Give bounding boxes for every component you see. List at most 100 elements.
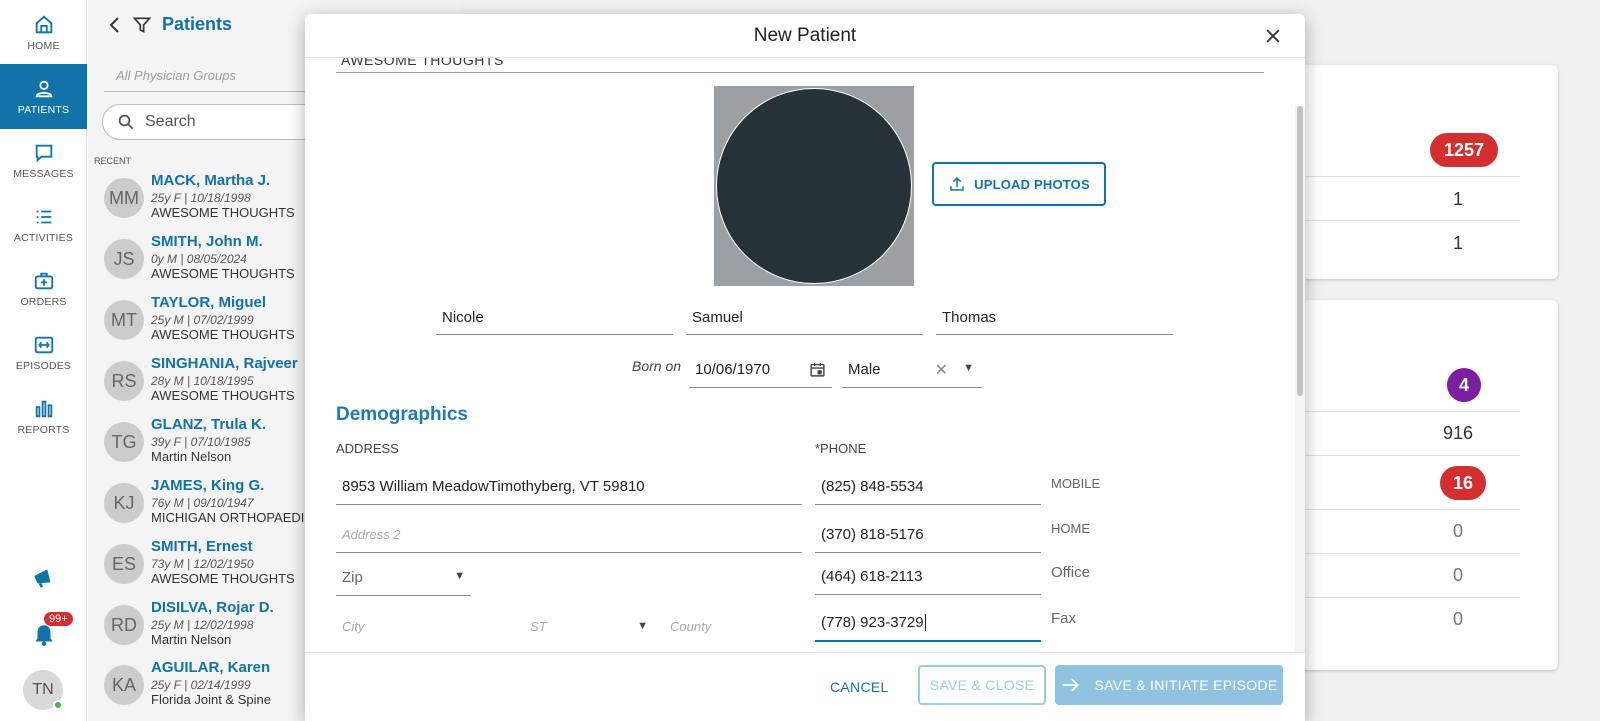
physician-group-value: AWESOME THOUGHTS (341, 58, 504, 68)
nav-episodes[interactable]: EPISODES (0, 320, 87, 385)
patient-group: Florida Joint & Spine (151, 692, 271, 707)
phone-fax-field[interactable]: (778) 923-3729 (815, 605, 1041, 642)
patient-name[interactable]: AGUILAR, Karen (151, 659, 270, 676)
photo-placeholder-circle (716, 88, 912, 284)
patient-name[interactable]: MACK, Martha J. (151, 172, 270, 189)
patient-photo (714, 86, 914, 286)
dropdown-arrow-icon[interactable]: ▼ (963, 362, 974, 374)
last-name-field[interactable]: Thomas (936, 300, 1173, 335)
patient-name[interactable]: SINGHANIA, Rajveer (151, 355, 298, 372)
patient-avatar: MT (104, 300, 144, 340)
city-field[interactable]: City (336, 608, 506, 645)
nav-reports[interactable]: REPORTS (0, 384, 87, 449)
divider (1280, 176, 1520, 177)
dob-field[interactable]: 10/06/1970 (689, 352, 832, 388)
physician-group-underline (336, 72, 1264, 73)
phone-type-fax: Fax (1051, 610, 1077, 627)
patient-info: 25y F | 02/14/1999 (151, 678, 251, 692)
divider (1280, 553, 1520, 554)
patient-name[interactable]: DISILVA, Rojar D. (151, 599, 274, 616)
phone-home-field[interactable]: (370) 818-5176 (815, 516, 1041, 553)
middle-name-field[interactable]: Samuel (686, 300, 923, 335)
patient-info: 25y M | 12/02/1998 (151, 618, 254, 632)
patient-group: Martin Nelson (151, 449, 232, 464)
nav-label: HOME (27, 39, 60, 52)
dropdown-arrow-icon[interactable]: ▼ (454, 570, 465, 582)
nav-label: MESSAGES (13, 167, 74, 180)
patient-name[interactable]: JAMES, King G. (151, 477, 264, 494)
patient-info: 25y F | 10/18/1998 (151, 191, 251, 205)
phone-type-office: Office (1051, 564, 1090, 581)
save-close-button[interactable]: SAVE & CLOSE (918, 665, 1046, 705)
episodes-icon (34, 336, 53, 353)
nav-messages[interactable]: MESSAGES (0, 128, 87, 193)
patient-name[interactable]: TAYLOR, Miguel (151, 294, 266, 311)
divider (1280, 411, 1520, 412)
patient-group: AWESOME THOUGHTS (151, 205, 295, 220)
scrollbar-thumb[interactable] (1297, 106, 1303, 396)
nav-activities[interactable]: ACTIVITIES (0, 192, 87, 257)
filter-icon[interactable] (132, 15, 152, 35)
save-initiate-episode-button[interactable]: SAVE & INITIATE EPISODE (1055, 665, 1283, 705)
patient-name[interactable]: GLANZ, Trula K. (151, 416, 266, 433)
dob-value: 10/06/1970 (695, 361, 771, 378)
county-field[interactable]: County (664, 608, 804, 645)
close-icon[interactable] (1263, 26, 1283, 46)
address-1-field[interactable]: 8953 William MeadowTimothyberg, VT 59810 (336, 468, 802, 505)
patient-avatar: KA (104, 665, 144, 705)
chevron-left-icon[interactable] (108, 16, 122, 34)
search-placeholder: Search (145, 113, 196, 130)
card-value: 1 (1452, 189, 1463, 209)
modal-footer: CANCEL SAVE & CLOSE SAVE & INITIATE EPIS… (305, 652, 1305, 721)
upload-photos-button[interactable]: UPLOAD PHOTOS (932, 162, 1106, 206)
patient-group: Martin Nelson (151, 632, 232, 647)
upload-photos-label: UPLOAD PHOTOS (974, 176, 1090, 192)
patient-avatar: JS (104, 239, 144, 279)
clear-icon[interactable]: ✕ (935, 360, 948, 380)
online-status-dot (53, 700, 63, 710)
medical-bag-icon (34, 272, 53, 289)
phone-office-field[interactable]: (464) 618-2113 (815, 558, 1041, 595)
card-value: 0 (1452, 521, 1463, 541)
card-value: 0 (1452, 609, 1463, 629)
address-label: ADDRESS (336, 441, 399, 456)
zip-select[interactable]: Zip ▼ (336, 560, 471, 596)
upload-icon (950, 176, 964, 191)
state-select[interactable]: ST ▼ (524, 608, 654, 645)
user-avatar[interactable]: TN (23, 670, 63, 710)
nav-label: PATIENTS (17, 103, 70, 116)
calendar-icon[interactable] (809, 361, 826, 378)
patient-avatar: RS (104, 361, 144, 401)
list-icon (36, 210, 51, 223)
divider (1280, 597, 1520, 598)
patient-avatar: KJ (104, 483, 144, 523)
nav-label: ORDERS (20, 295, 67, 308)
sex-value: Male (848, 361, 881, 378)
patient-name[interactable]: SMITH, Ernest (151, 538, 253, 555)
sex-select[interactable]: Male ✕ ▼ (842, 352, 982, 388)
phone-type-home: HOME (1051, 521, 1090, 536)
first-name-field[interactable]: Nicole (436, 300, 673, 335)
modal-body: AWESOME THOUGHTS UPLOAD PHOTOS Nicole Sa… (305, 58, 1305, 652)
nav-home[interactable]: HOME (0, 0, 87, 65)
count-pill-red: 16 (1440, 466, 1486, 500)
nav-orders[interactable]: ORDERS (0, 256, 87, 321)
patient-name[interactable]: SMITH, John M. (151, 233, 263, 250)
dropdown-arrow-icon[interactable]: ▼ (637, 620, 648, 632)
notification-badge: 99+ (44, 612, 73, 626)
home-icon (35, 15, 52, 33)
card-value: 1 (1452, 233, 1463, 253)
text-cursor (924, 614, 926, 631)
recent-label: RECENT (94, 156, 132, 166)
megaphone-icon[interactable] (31, 565, 57, 591)
chat-icon (35, 144, 52, 163)
cancel-button[interactable]: CANCEL (830, 669, 889, 705)
patient-info: 73y M | 12/02/1950 (151, 557, 254, 571)
state-placeholder: ST (530, 619, 547, 634)
modal-scrollbar[interactable] (1295, 106, 1305, 652)
patient-info: 25y M | 07/02/1999 (151, 313, 254, 327)
divider (1280, 455, 1520, 456)
phone-mobile-field[interactable]: (825) 848-5534 (815, 468, 1041, 505)
address-2-field[interactable]: Address 2 (336, 516, 802, 553)
nav-patients[interactable]: PATIENTS (0, 64, 87, 129)
